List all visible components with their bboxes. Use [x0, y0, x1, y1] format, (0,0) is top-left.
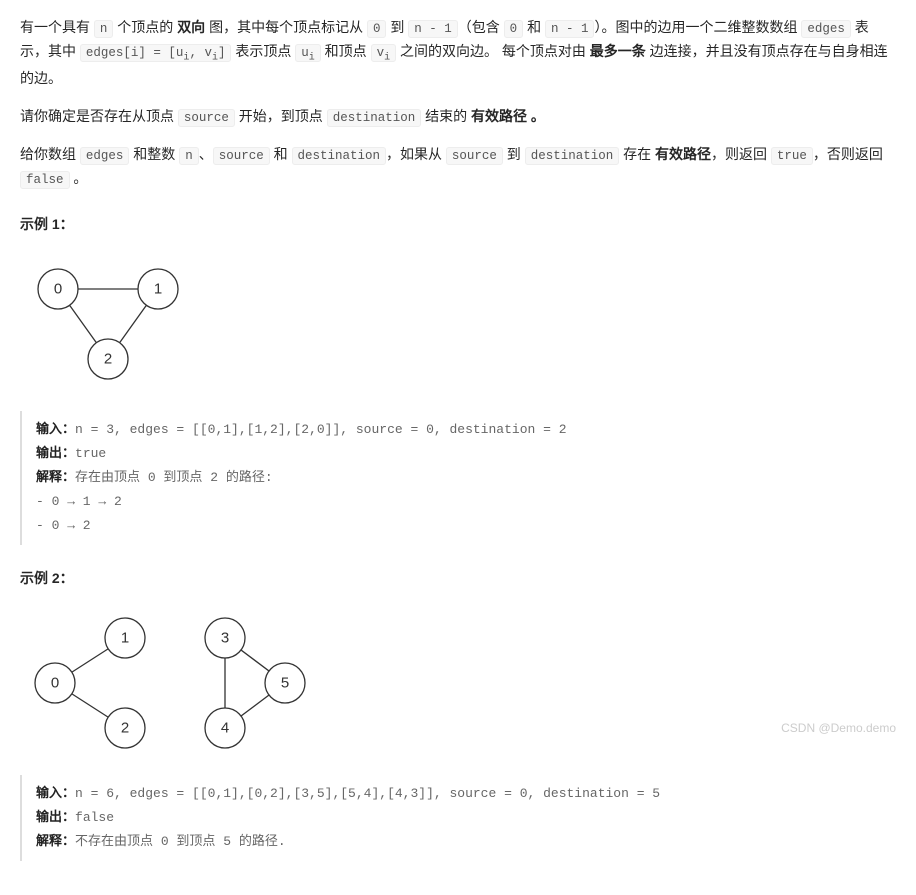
code-source3: source	[446, 147, 503, 165]
code-true: true	[771, 147, 813, 165]
example-1-path2: - 0 → 2	[36, 515, 896, 537]
code-destination2: destination	[292, 147, 387, 165]
problem-paragraph-2: 请你确定是否存在从顶点 source 开始，到顶点 destination 结束…	[20, 105, 896, 129]
code-n: n	[94, 20, 114, 38]
graph2-node-3: 3	[221, 630, 229, 647]
example-2-block: 输入：n = 6, edges = [[0,1],[0,2],[3,5],[5,…	[20, 775, 896, 861]
example-1-input: n = 3, edges = [[0,1],[1,2],[2,0]], sour…	[75, 422, 566, 437]
code-0: 0	[367, 20, 387, 38]
example-2-title: 示例 2：	[20, 567, 896, 591]
output-label2: 输出：	[36, 810, 75, 825]
bold-bidirectional: 双向	[177, 19, 205, 35]
example-1-title: 示例 1：	[20, 213, 896, 237]
example-1-graph: 0 1 2	[20, 259, 200, 389]
problem-paragraph-1: 有一个具有 n 个顶点的 双向 图，其中每个顶点标记从 0 到 n - 1（包含…	[20, 16, 896, 91]
code-ui: ui	[295, 44, 321, 62]
graph2-node-4: 4	[221, 720, 229, 737]
code-n-minus-1: n - 1	[408, 20, 458, 38]
code-source: source	[178, 109, 235, 127]
graph-node-2: 2	[104, 351, 112, 368]
graph2-node-1: 1	[121, 630, 129, 647]
problem-paragraph-3: 给你数组 edges 和整数 n、source 和 destination，如果…	[20, 143, 896, 192]
code-edges: edges	[801, 20, 851, 38]
watermark: CSDN @Demo.demo	[781, 718, 896, 738]
bold-at-most-one: 最多一条	[590, 43, 646, 59]
example-2-output: false	[75, 810, 114, 825]
graph2-node-2: 2	[121, 720, 129, 737]
bold-valid-path: 有效路径 。	[471, 108, 545, 124]
code-destination: destination	[327, 109, 422, 127]
code-n2: n	[179, 147, 199, 165]
explain-label: 解释：	[36, 470, 75, 485]
input-label: 输入：	[36, 422, 75, 437]
code-n-minus-1b: n - 1	[545, 20, 595, 38]
example-2-input: n = 6, edges = [[0,1],[0,2],[3,5],[5,4],…	[75, 786, 660, 801]
code-vi: vi	[371, 44, 397, 62]
example-1-block: 输入：n = 3, edges = [[0,1],[1,2],[2,0]], s…	[20, 411, 896, 545]
bold-valid-path2: 有效路径	[655, 146, 711, 162]
graph2-node-5: 5	[281, 675, 289, 692]
output-label: 输出：	[36, 446, 75, 461]
example-1-path1: - 0 → 1 → 2	[36, 491, 896, 513]
code-edges2: edges	[80, 147, 130, 165]
graph2-node-0: 0	[51, 675, 59, 692]
code-false: false	[20, 171, 70, 189]
explain-label2: 解释：	[36, 834, 75, 849]
graph-node-1: 1	[154, 281, 162, 298]
example-1-explain: 存在由顶点 0 到顶点 2 的路径:	[75, 470, 273, 485]
input-label2: 输入：	[36, 786, 75, 801]
example-2-explain: 不存在由顶点 0 到顶点 5 的路径.	[75, 834, 286, 849]
example-1-output: true	[75, 446, 106, 461]
code-edges-i: edges[i] = [ui, vi]	[80, 44, 232, 62]
graph-node-0: 0	[54, 281, 62, 298]
code-source2: source	[213, 147, 270, 165]
code-destination3: destination	[525, 147, 620, 165]
example-2-graph: 0 1 2 3 4 5	[20, 613, 320, 753]
code-0b: 0	[504, 20, 524, 38]
